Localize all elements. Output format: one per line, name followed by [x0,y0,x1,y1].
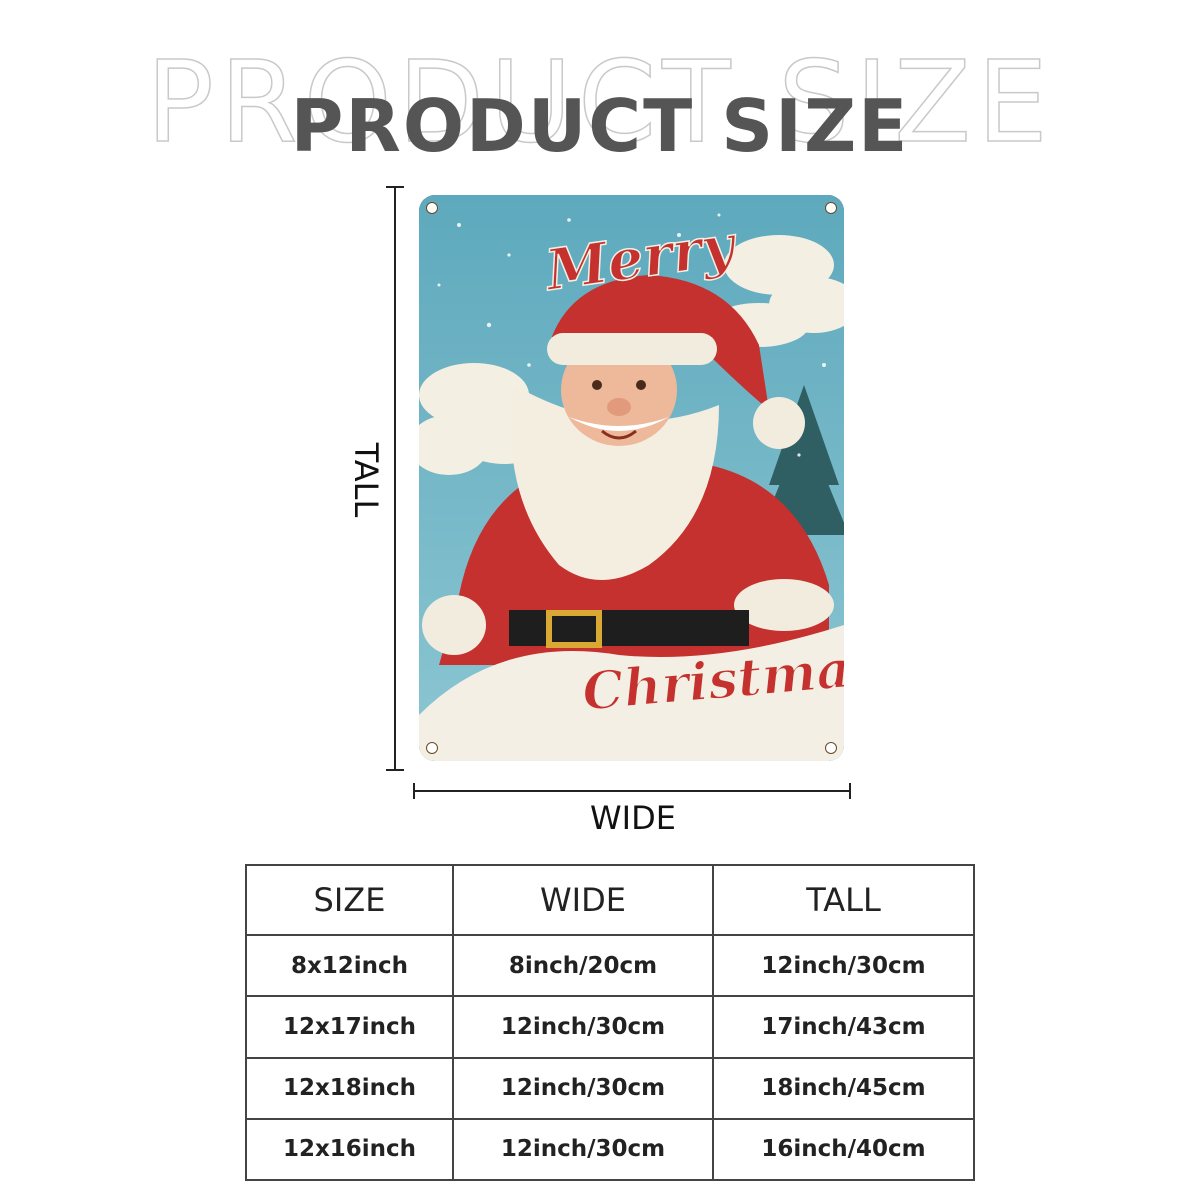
size-table: SIZE WIDE TALL 8x12inch 8inch/20cm 12inc… [245,864,975,1182]
page-title: PRODUCT SIZE [290,84,910,168]
cell-size: 12x16inch [245,1117,454,1182]
cell-size: 12x17inch [245,995,454,1059]
header-size: SIZE [245,864,454,936]
tall-dimension-cap-top [386,186,404,188]
wide-label: WIDE [590,799,676,837]
cell-tall: 16inch/40cm [712,1117,975,1182]
cell-wide: 12inch/30cm [452,995,714,1059]
hat-fur-trim [547,333,717,365]
mounting-hole-top-right [825,202,837,214]
cell-wide: 12inch/30cm [452,1056,714,1120]
mounting-hole-top-left [426,202,438,214]
cell-size: 12x18inch [245,1056,454,1120]
santa-illustration: Merry Christmas [419,195,844,761]
tall-label: TALL [347,442,385,518]
mounting-hole-bottom-right [825,742,837,754]
cell-tall: 17inch/43cm [712,995,975,1059]
cell-tall: 12inch/30cm [712,933,975,998]
header-wide: WIDE [452,864,714,936]
santa-tin-sign-image: Merry Christmas [419,195,844,761]
wide-dimension-cap-left [413,783,415,799]
wide-dimension-line [414,790,850,792]
table-header-row: SIZE WIDE TALL [245,864,975,936]
table-row: 12x18inch 12inch/30cm 18inch/45cm [245,1056,975,1120]
cell-tall: 18inch/45cm [712,1056,975,1120]
mounting-hole-bottom-left [426,742,438,754]
table-row: 12x17inch 12inch/30cm 17inch/43cm [245,995,975,1059]
hat-pompom [753,397,805,449]
tall-dimension-cap-bottom [386,769,404,771]
table-row: 8x12inch 8inch/20cm 12inch/30cm [245,933,975,998]
cell-wide: 8inch/20cm [452,933,714,998]
belt [509,610,749,646]
wide-dimension-cap-right [849,783,851,799]
cell-wide: 12inch/30cm [452,1117,714,1182]
header-tall: TALL [712,864,975,936]
cell-size: 8x12inch [245,933,454,998]
table-row: 12x16inch 12inch/30cm 16inch/40cm [245,1117,975,1182]
tall-dimension-line [394,187,396,770]
